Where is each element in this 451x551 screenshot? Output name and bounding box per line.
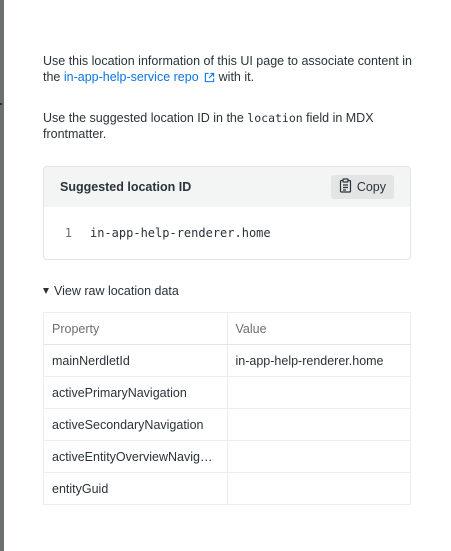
location-info-panel: Use this location information of this UI…	[4, 0, 451, 551]
location-id: in-app-help-renderer.home	[90, 226, 271, 240]
location-field-code: location	[247, 111, 303, 125]
property-cell: mainNerdletId	[43, 344, 228, 377]
raw-data-toggle-label: View raw location data	[54, 284, 179, 298]
copy-button[interactable]: Copy	[330, 175, 394, 199]
value-cell	[227, 408, 411, 441]
repo-link-label: in-app-help-service repo	[63, 70, 199, 84]
property-cell: activeEntityOverviewNavigation	[43, 440, 228, 473]
value-cell	[227, 472, 411, 505]
repo-link[interactable]: in-app-help-service repo	[64, 70, 219, 84]
property-cell: entityGuid	[43, 472, 228, 505]
card-title: Suggested location ID	[60, 180, 192, 194]
clipboard-icon	[339, 178, 352, 196]
value-cell	[227, 376, 411, 409]
column-header-value: Value	[227, 312, 411, 345]
table-header-row: Property Value	[43, 312, 411, 345]
caret-down-icon	[43, 288, 49, 294]
card-header: Suggested location ID Copy	[44, 167, 410, 207]
table-row: activePrimaryNavigation	[43, 376, 411, 409]
table-row: activeSecondaryNavigation	[43, 408, 411, 441]
raw-location-table: Property Value mainNerdletId in-app-help…	[43, 312, 411, 505]
column-header-property: Property	[43, 312, 228, 345]
table-row: mainNerdletId in-app-help-renderer.home	[43, 344, 411, 377]
value-cell: in-app-help-renderer.home	[227, 344, 411, 377]
backdrop-mark	[0, 103, 2, 105]
property-cell: activeSecondaryNavigation	[43, 408, 228, 441]
intro-suffix: with it.	[218, 70, 255, 84]
intro-paragraph: Use this location information of this UI…	[43, 53, 413, 87]
suggested-location-card: Suggested location ID Copy 1 in-app-help…	[43, 166, 411, 260]
table-row: entityGuid	[43, 472, 411, 505]
copy-label: Copy	[356, 180, 386, 194]
table-row: activeEntityOverviewNavigation	[43, 440, 411, 473]
instruction-paragraph: Use the suggested location ID in the loc…	[43, 110, 413, 142]
instruction-prefix: Use the suggested location ID in the	[43, 111, 248, 125]
external-link-icon	[204, 71, 215, 87]
code-block: 1 in-app-help-renderer.home	[44, 207, 410, 259]
raw-data-toggle[interactable]: View raw location data	[43, 284, 179, 298]
line-number: 1	[64, 226, 72, 240]
property-cell: activePrimaryNavigation	[43, 376, 228, 409]
value-cell	[227, 440, 411, 473]
